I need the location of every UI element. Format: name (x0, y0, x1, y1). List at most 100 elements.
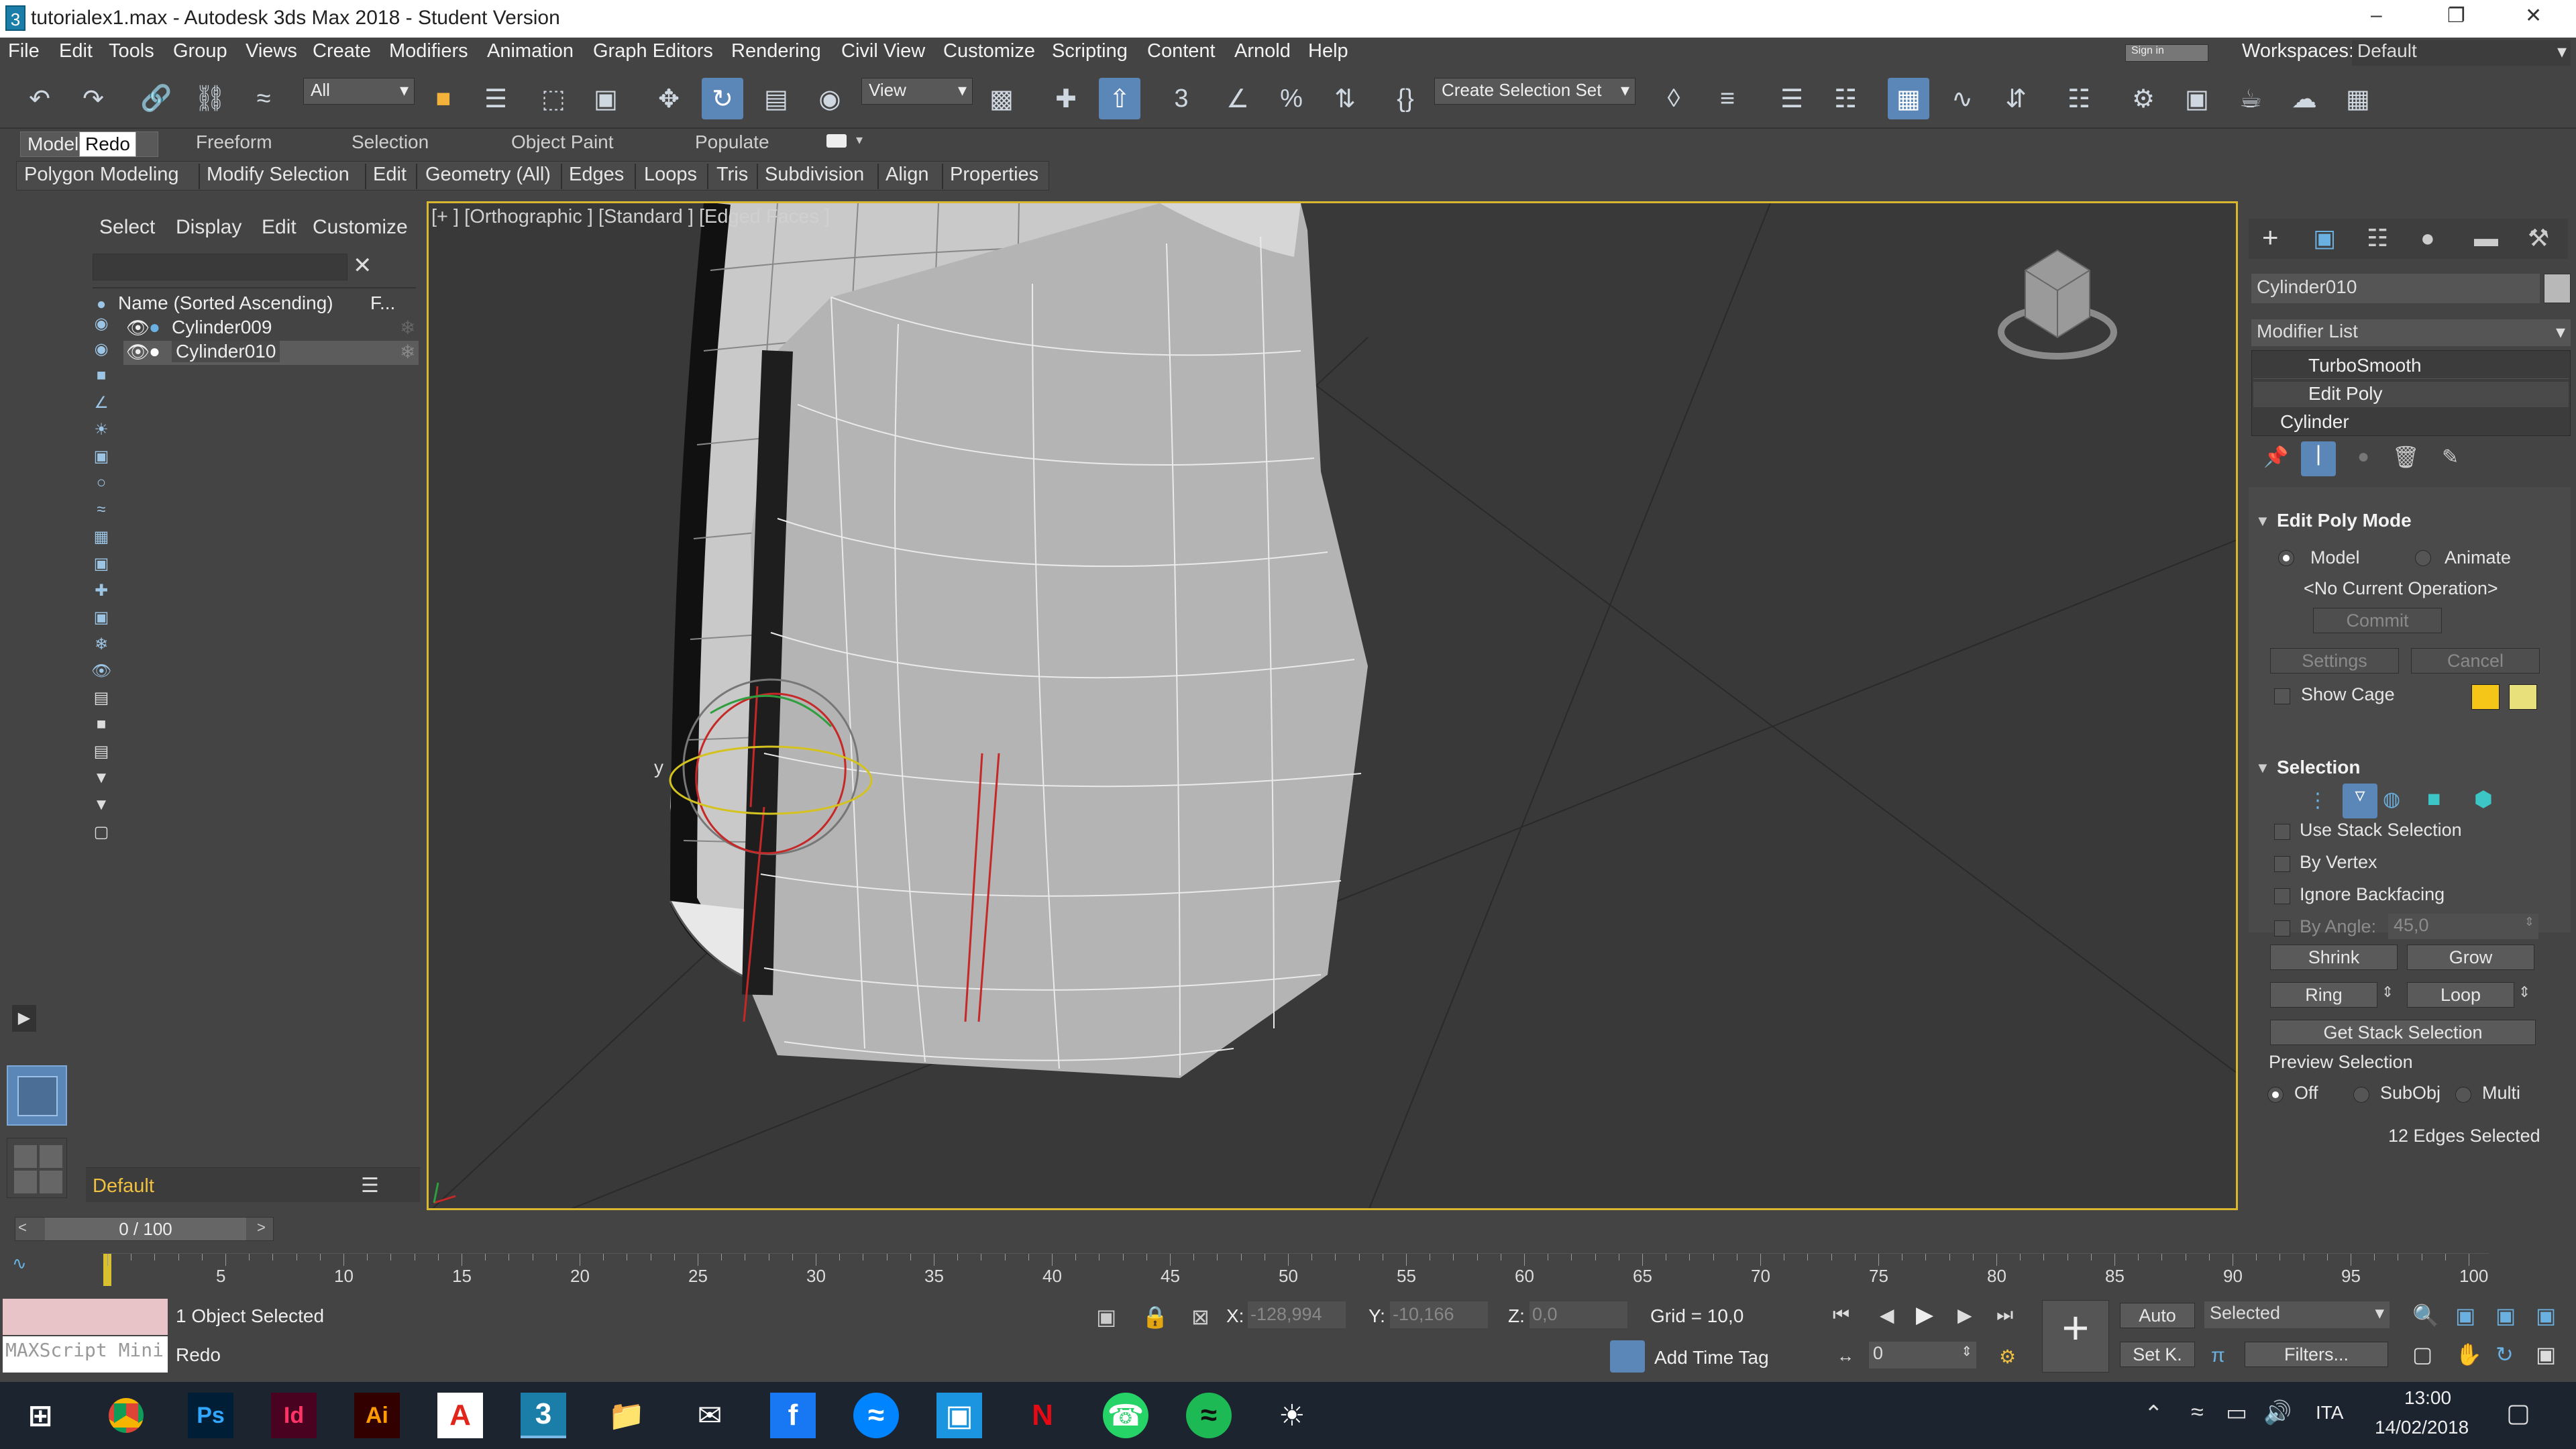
viewport-layout-quad[interactable] (7, 1138, 67, 1198)
selected-cage-color-swatch[interactable] (2509, 684, 2537, 710)
isolate-selection-icon[interactable]: ▣ (1096, 1304, 1116, 1330)
spinner-snap-icon[interactable]: ⇅ (1324, 78, 1366, 119)
viewport-layout-active[interactable] (7, 1065, 67, 1126)
maxscript-listener-pink[interactable] (3, 1299, 168, 1335)
select-all-icon[interactable]: ■ (91, 715, 111, 734)
viewport-label[interactable]: [+ ] [Orthographic ] [Standard ] [Edged … (431, 206, 830, 228)
taskbar-app-illustrator[interactable]: Ai (354, 1393, 400, 1438)
edit-named-selections-icon[interactable]: {} (1385, 78, 1426, 119)
taskbar-app-chrome[interactable] (103, 1393, 149, 1438)
tab-object-paint[interactable]: Object Paint (511, 131, 614, 153)
go-to-end-icon[interactable]: ⏭ (1996, 1304, 2013, 1326)
default-in-out-tangents-icon[interactable]: π (2211, 1344, 2225, 1367)
taskbar-app-explorer-icon[interactable]: 📁 (604, 1393, 649, 1438)
taskbar-app-photoshop[interactable]: Ps (188, 1393, 233, 1438)
eye-icon[interactable]: 👁 (126, 317, 150, 339)
subtab-subdivision[interactable]: Subdivision (765, 164, 864, 186)
previous-frame-icon[interactable]: ◀ (1880, 1304, 1894, 1326)
unlink-icon[interactable]: ⛓ (189, 78, 231, 119)
use-stack-selection-checkbox[interactable] (2274, 824, 2290, 840)
a360-gallery-icon[interactable]: ▦ (2337, 78, 2379, 119)
show-cage-checkbox[interactable] (2274, 688, 2290, 704)
x-coordinate-input[interactable]: -128,994 (1248, 1301, 1346, 1328)
preview-subobj-radio[interactable] (2353, 1087, 2369, 1103)
shapes-filter-icon[interactable]: ∠ (91, 393, 111, 412)
taskbar-app-spotify-icon[interactable]: ≈ (1186, 1393, 1232, 1438)
subtab-loops[interactable]: Loops (644, 164, 697, 186)
explorer-tab-select[interactable]: Select (99, 216, 155, 239)
menu-civil-view[interactable]: Civil View (841, 40, 925, 62)
cameras-filter-icon[interactable]: ▣ (91, 447, 111, 466)
play-icon[interactable]: ▶ (1916, 1301, 1933, 1328)
curve-editor-icon[interactable]: ∿ (1941, 78, 1983, 119)
clock-time[interactable]: 13:00 (2404, 1387, 2451, 1409)
current-frame-input[interactable]: 0 ⇕ (1869, 1342, 1976, 1368)
explorer-search-input[interactable] (93, 254, 347, 280)
tab-selection[interactable]: Selection (352, 131, 429, 153)
pan-view-icon[interactable]: ✋ (2455, 1342, 2482, 1367)
make-unique-icon[interactable]: ● (2357, 445, 2369, 468)
grow-button[interactable]: Grow (2407, 945, 2534, 970)
maxscript-mini-input[interactable]: MAXScript Mini (3, 1336, 168, 1373)
battery-icon[interactable]: ▭ (2226, 1399, 2247, 1426)
taskbar-app-indesign[interactable]: Id (271, 1393, 317, 1438)
lights-filter-icon[interactable]: ☀ (91, 420, 111, 439)
volume-icon[interactable]: 🔊 (2263, 1399, 2292, 1426)
display-tab-icon[interactable]: ▬ (2474, 224, 2498, 252)
angle-snap-icon[interactable]: ∠ (1217, 78, 1258, 119)
freeze-icon[interactable]: ❄ (400, 341, 415, 363)
explorer-tab-edit[interactable]: Edit (262, 216, 297, 239)
angle-spinner[interactable]: 45,0 ⇕ (2388, 914, 2538, 939)
taskbar-app-netflix-icon[interactable]: N (1020, 1393, 1065, 1438)
list-item[interactable]: TurboSmooth (2253, 354, 2569, 379)
perspective-viewport[interactable]: y [+ ] [Orthographic ] [Standard ] [Edge… (427, 201, 2238, 1210)
shrink-button[interactable]: Shrink (2270, 945, 2398, 970)
list-item[interactable]: Edit Poly (2253, 382, 2569, 407)
create-selection-set-dropdown[interactable]: Create Selection Set ▾ (1434, 78, 1635, 105)
key-filter-dropdown[interactable]: Selected ▾ (2204, 1301, 2390, 1328)
prev-frame-icon[interactable]: < (18, 1219, 27, 1236)
by-angle-checkbox[interactable] (2274, 920, 2290, 936)
eye-icon[interactable]: 👁 (126, 341, 150, 363)
zoom-icon[interactable]: 🔍 (2412, 1303, 2439, 1328)
wifi-icon[interactable]: ≈ (2191, 1399, 2204, 1426)
select-move-icon[interactable]: ✥ (648, 78, 690, 119)
show-end-result-icon[interactable]: | (2301, 441, 2336, 476)
menu-scripting[interactable]: Scripting (1052, 40, 1128, 62)
redo-icon[interactable]: ↷ (72, 78, 114, 119)
configure-modifier-sets-icon[interactable]: ✎ (2442, 445, 2459, 469)
curve-editor-icon[interactable]: ∿ (12, 1253, 50, 1285)
select-scale-icon[interactable]: ▤ (755, 78, 797, 119)
time-tag-icon[interactable] (1610, 1340, 1645, 1373)
taskbar-app-3dsmax-icon[interactable]: 3 (521, 1393, 566, 1438)
select-rotate-icon[interactable]: ↻ (702, 78, 743, 119)
rollout-title[interactable]: Selection (2277, 757, 2360, 778)
spinner-icon[interactable]: ⇕ (2524, 915, 2534, 929)
bones-filter-icon[interactable]: ✚ (91, 581, 111, 600)
menu-content[interactable]: Content (1147, 40, 1216, 62)
geometry-filter-icon[interactable]: ■ (91, 366, 111, 385)
taskbar-app-acrobat-icon[interactable]: A (437, 1393, 483, 1438)
input-language[interactable]: ITA (2316, 1402, 2343, 1424)
element-subobject-icon[interactable]: ⬢ (2474, 786, 2493, 812)
freeze-icon[interactable]: ❄ (400, 317, 415, 339)
taskbar-app-brightness-icon[interactable]: ☀ (1269, 1393, 1315, 1438)
key-filters-button[interactable]: Filters... (2245, 1342, 2388, 1367)
collapse-arrow-icon[interactable]: ▼ (2255, 759, 2270, 777)
spacewarps-filter-icon[interactable]: ≈ (91, 500, 111, 519)
groups-filter-icon[interactable]: ▦ (91, 527, 111, 546)
percent-snap-icon[interactable]: % (1271, 78, 1312, 119)
set-key-button[interactable]: Set K. (2120, 1342, 2195, 1367)
align-icon[interactable]: ≡ (1707, 78, 1748, 119)
modify-tab-icon[interactable]: ▣ (2313, 224, 2336, 252)
subtab-modify-selection[interactable]: Modify Selection (207, 164, 350, 186)
clock-date[interactable]: 14/02/2018 (2375, 1417, 2469, 1438)
select-manipulate-icon[interactable]: ✚ (1045, 78, 1087, 119)
material-editor-icon[interactable]: ☷ (2058, 78, 2100, 119)
menu-modifiers[interactable]: Modifiers (389, 40, 468, 62)
explorer-tab-display[interactable]: Display (176, 216, 241, 239)
pin-stack-icon[interactable]: 📌 (2263, 445, 2288, 469)
explorer-tab-customize[interactable]: Customize (313, 216, 408, 239)
list-item[interactable]: Cylinder (2253, 410, 2569, 435)
toggle-ribbon-icon[interactable]: ▦ (1888, 78, 1929, 119)
